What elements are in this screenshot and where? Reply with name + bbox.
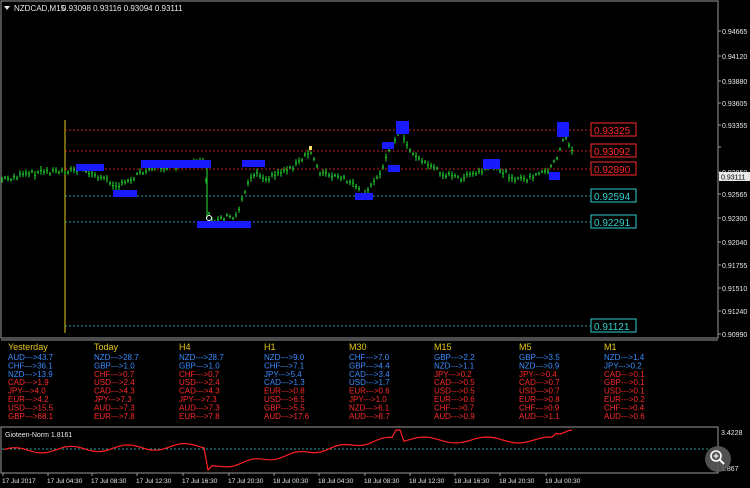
indicator-name: Gioteen-Norm 1.8161: [5, 432, 72, 439]
time-tick-label: 17 Jul 08:30: [91, 478, 127, 485]
strength-column-header: M15: [434, 342, 452, 352]
symbol-timeframe: NZDCAD,M15: [14, 4, 66, 13]
pattern-box: [113, 190, 137, 197]
price-axis: 0.946650.941200.938800.936050.933550.928…: [718, 29, 747, 339]
level-label: 0.93325: [594, 126, 631, 137]
pattern-box: [141, 160, 211, 168]
strength-column-header: M1: [604, 342, 617, 352]
strength-row: GBP--->68.1: [8, 412, 54, 421]
time-tick-label: 18 Jul 04:30: [318, 478, 354, 485]
price-tick-label: 0.94665: [722, 29, 747, 36]
strength-row: AUD--->0.6: [604, 412, 645, 421]
price-tick-label: 0.92300: [722, 216, 747, 223]
strength-column-header: M5: [519, 342, 532, 352]
time-tick-label: 17 Jul 16:30: [182, 478, 218, 485]
strength-row: EUR--->7.8: [179, 412, 220, 421]
ohlc-readout: 0.93098 0.93116 0.93094 0.93111: [62, 4, 183, 13]
pattern-box: [483, 159, 500, 169]
time-tick-label: 18 Jul 12:30: [409, 478, 445, 485]
price-tick-label: 0.94120: [722, 54, 747, 61]
level-label: 0.92594: [594, 192, 631, 203]
pattern-box: [242, 160, 265, 167]
strength-row: EUR--->7.8: [94, 412, 135, 421]
level-label: 0.92291: [594, 218, 631, 229]
marker-dot: [309, 146, 312, 150]
strength-column-header: Today: [94, 342, 119, 352]
strength-column-header: H1: [264, 342, 276, 352]
price-tick-label: 0.91755: [722, 263, 747, 270]
pattern-box: [388, 165, 400, 172]
price-tick-label: 0.90990: [722, 332, 747, 339]
time-tick-label: 17 Jul 04:30: [47, 478, 83, 485]
pattern-box: [76, 164, 104, 171]
currency-strength-table: YesterdayAUD--->43.7CHF--->36.1NZD--->13…: [8, 342, 645, 421]
time-tick-label: 18 Jul 20:30: [499, 478, 535, 485]
price-tick-label: 0.91240: [722, 309, 747, 316]
price-tick-label: 0.92040: [722, 240, 747, 247]
pattern-box: [557, 122, 569, 137]
time-tick-label: 17 Jul 2017: [2, 478, 36, 485]
strength-column-header: Yesterday: [8, 342, 48, 352]
price-tick-label: 0.93880: [722, 79, 747, 86]
pattern-box: [355, 193, 373, 200]
level-label: 0.91121: [594, 322, 630, 333]
time-tick-label: 18 Jul 08:30: [364, 478, 400, 485]
level-label: 0.93092: [594, 147, 631, 158]
price-tick-label: 0.92565: [722, 192, 747, 199]
pattern-box: [197, 221, 251, 228]
zoom-button-bg[interactable]: [705, 446, 731, 472]
time-tick-label: 17 Jul 20:30: [228, 478, 264, 485]
strength-column-header: M30: [349, 342, 367, 352]
pattern-box: [382, 142, 394, 149]
current-price-label: 0.93111: [721, 175, 745, 182]
price-tick-label: 0.93355: [722, 123, 747, 130]
time-tick-label: 19 Jul 00:30: [545, 478, 581, 485]
pattern-box: [549, 172, 560, 180]
strength-row: AUD--->1.1: [519, 412, 560, 421]
pattern-box: [396, 121, 409, 134]
strength-row: AUD--->17.6: [264, 412, 310, 421]
level-label: 0.92890: [594, 165, 631, 176]
strength-row: AUD--->0.9: [434, 412, 475, 421]
price-tick-label: 0.91510: [722, 286, 747, 293]
time-tick-label: 18 Jul 00:30: [273, 478, 309, 485]
strength-column-header: H4: [179, 342, 191, 352]
chart-window[interactable]: NZDCAD,M15 0.93098 0.93116 0.93094 0.931…: [0, 0, 750, 488]
time-axis: 17 Jul 2017 17 Jul 04:30 17 Jul 08:30 17 Ju…: [2, 473, 581, 485]
indicator-value: 3.4228: [721, 430, 743, 437]
time-tick-label: 17 Jul 12:30: [136, 478, 172, 485]
time-tick-label: 18 Jul 16:30: [454, 478, 490, 485]
zoom-button[interactable]: [705, 446, 731, 472]
price-tick-label: 0.93605: [722, 101, 747, 108]
strength-row: AUD--->8.7: [349, 412, 390, 421]
